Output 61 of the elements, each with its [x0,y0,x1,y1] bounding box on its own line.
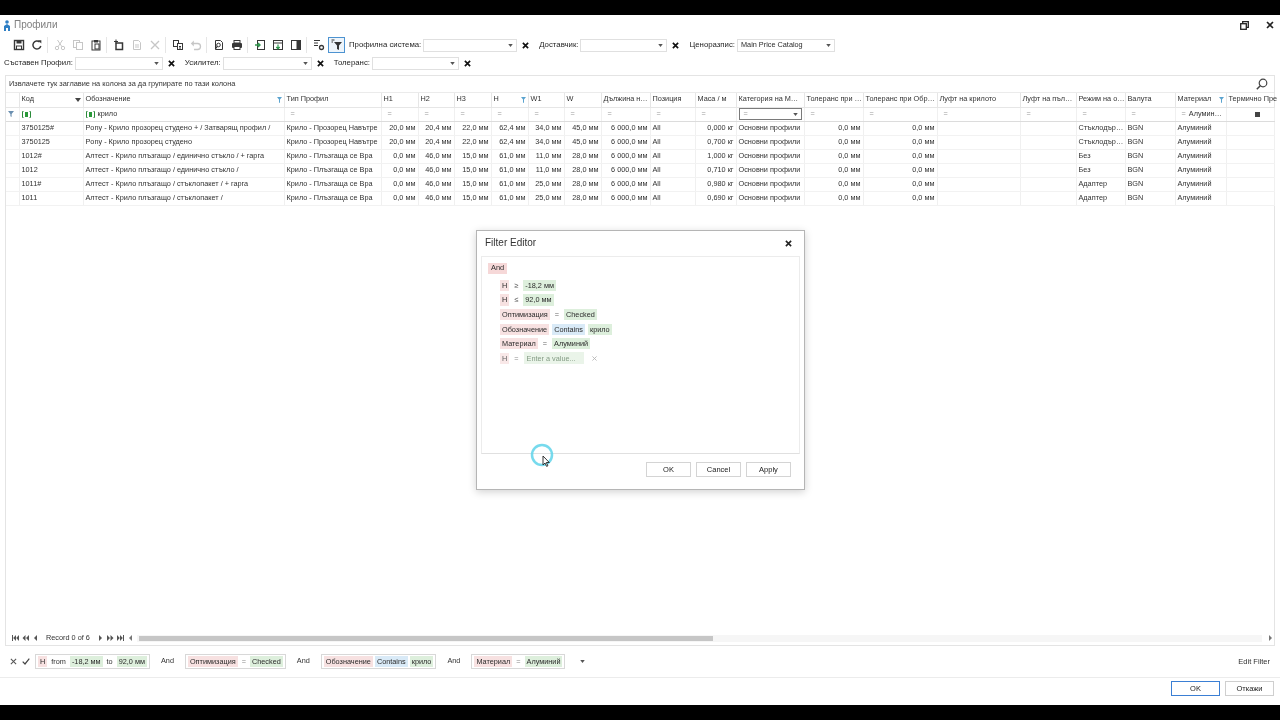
next-icon[interactable] [96,635,104,641]
toolbar-button[interactable] [328,37,345,53]
dropdown-field[interactable] [580,38,668,52]
logo-icon [3,19,11,31]
window-title: Профили [14,19,58,31]
lines-circle-icon [312,39,325,51]
copy-icon [71,39,84,51]
filter-icon[interactable] [8,110,14,117]
scrollbar-track[interactable] [136,634,1262,642]
panel-icon [289,39,302,51]
previous-icon[interactable] [32,635,39,641]
filter-icon[interactable] [276,96,282,103]
filter-icon [330,39,343,51]
caret-icon [792,112,798,116]
dropdown-field[interactable] [222,56,312,70]
scrollbar-thumb[interactable] [138,635,713,641]
close-icon[interactable] [785,239,792,247]
rewind-icon[interactable] [22,635,29,641]
checkmark-icon[interactable] [22,658,30,665]
caret-icon[interactable] [580,660,586,663]
scroll-right-icon[interactable] [1267,635,1274,641]
clear-icon[interactable] [464,59,471,67]
clear-icon[interactable] [316,59,324,67]
clipboard-icon [89,39,102,51]
cursor-click-icon [529,443,555,469]
refresh-icon [30,39,43,51]
last-icon[interactable] [116,635,124,641]
filter-icon[interactable] [520,96,526,103]
sort-caret-icon[interactable] [74,97,81,102]
save-icon [12,39,25,51]
page-magnifier-icon [212,39,225,51]
caret-icon [153,61,159,65]
filter-icon[interactable] [1218,96,1224,103]
close-icon[interactable] [1266,21,1274,29]
caret-icon [826,43,832,47]
dropdown-field[interactable] [423,38,518,52]
caret-icon [658,43,664,47]
clear-icon[interactable] [167,59,175,67]
bracket-icon[interactable] [85,110,95,118]
printer-icon [230,39,243,51]
scissors-icon [53,39,66,51]
dropdown-field[interactable] [74,56,163,70]
clear-icon[interactable] [672,41,680,49]
first-icon[interactable] [12,635,19,641]
clear-icon[interactable] [522,41,530,49]
caret-icon [508,43,514,47]
document-icon [130,39,143,51]
restore-icon[interactable] [1240,20,1249,30]
caret-icon [450,61,455,65]
filter-checkbox[interactable] [1254,111,1260,117]
undo-icon [189,39,202,51]
clear-filter-icon[interactable] [10,658,17,665]
add-square-icon [112,39,125,51]
fast-forward-icon[interactable] [106,635,114,641]
dialog-title: Filter Editor [485,237,537,249]
search-icon[interactable] [1256,78,1268,90]
caret-icon [302,61,308,65]
bracket-icon[interactable] [21,110,31,118]
cross-icon [148,39,161,51]
documents-icon [171,39,184,51]
dropdown-field[interactable] [372,56,459,70]
